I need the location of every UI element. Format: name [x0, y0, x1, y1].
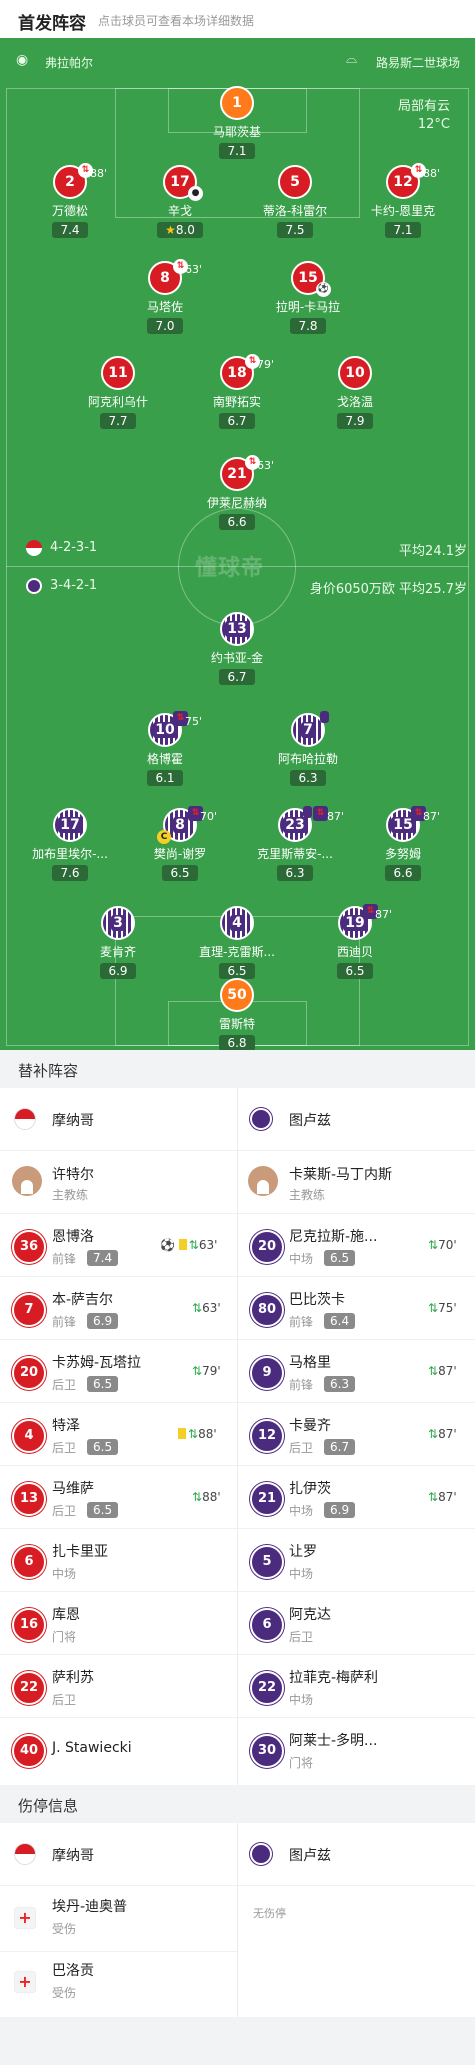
- subs-home-team: 摩纳哥: [52, 1113, 94, 1129]
- player-home-8[interactable]: 8 ⇅ 63' 马塔佐 7.0: [105, 259, 225, 334]
- monaco-crest-icon: [14, 1843, 36, 1865]
- player-home-12[interactable]: 12 ⇅ 88' 卡约-恩里克 7.1: [343, 163, 463, 238]
- page-title: 首发阵容: [18, 14, 86, 34]
- sub-in-icon: ⇅: [192, 1364, 203, 1378]
- home-avg-age: 平均24.1岁: [399, 544, 467, 559]
- player-home-10[interactable]: 10 戈洛温 7.9: [295, 356, 415, 429]
- player-away-50[interactable]: 50 雷斯特 6.8: [177, 978, 297, 1050]
- page-header: 首发阵容 点击球员可查看本场详细数据: [0, 0, 475, 38]
- whistle-icon: ◉: [16, 52, 29, 68]
- coach-avatar: [248, 1166, 278, 1196]
- player-away-8[interactable]: 8 ⇅ C 70' 樊尚-谢罗 6.5: [120, 806, 240, 881]
- yellow-card-icon: [303, 806, 312, 818]
- sub-in-icon: ⇅: [428, 1364, 439, 1378]
- subs-panel: 摩纳哥 图卢兹 许特尔 主教练 卡莱斯-马丁内斯 主教练 36 恩博洛 前锋 7…: [0, 1088, 475, 1785]
- injuries-home-team: 摩纳哥: [52, 1848, 94, 1864]
- away-value-age: 身价6050万欧 平均25.7岁: [309, 582, 467, 597]
- subs-section-title: 替补阵容: [0, 1050, 475, 1088]
- home-formation: 4-2-3-1: [50, 540, 98, 555]
- toulouse-crest-icon: [250, 1843, 272, 1865]
- star-icon: ★: [165, 223, 176, 237]
- sub-in-icon: ⇅: [428, 1238, 439, 1252]
- yellow-card-icon: [178, 1428, 186, 1439]
- sub-in-icon: ⇅: [192, 1490, 203, 1504]
- captain-icon: C: [157, 830, 171, 844]
- assist-icon: ⚽: [316, 282, 331, 297]
- injuries-section-title: 伤停信息: [0, 1785, 475, 1823]
- player-away-4[interactable]: 4 直理-克雷斯... 6.5: [177, 906, 297, 979]
- player-away-13[interactable]: 13 约书亚-金 6.7: [177, 612, 297, 685]
- toulouse-crest-icon: [250, 1108, 272, 1130]
- coach-avatar: [12, 1166, 42, 1196]
- weather: 局部有云 12°C: [398, 98, 450, 134]
- medical-icon: +: [14, 1971, 36, 1993]
- weather-temperature: 12°C: [417, 117, 450, 132]
- player-away-17[interactable]: 17 加布里埃尔-... 7.6: [10, 808, 130, 881]
- referee-name: 弗拉帕尔: [45, 56, 94, 70]
- sub-out-icon: ⇅: [313, 806, 328, 821]
- stadium-icon: ⌓: [346, 51, 358, 67]
- player-away-19[interactable]: 19 ⇅ 87' 西迪贝 6.5: [295, 904, 415, 979]
- no-injuries-text: 无伤停: [253, 1907, 286, 1920]
- monaco-crest-icon: [26, 540, 42, 556]
- player-away-23[interactable]: 23 ⇅ 87' 克里斯蒂安-... 6.3: [235, 806, 355, 881]
- ball-icon: ●: [188, 186, 203, 201]
- pitch: ◉ 弗拉帕尔 ⌓ 路易斯二世球场 局部有云 12°C 4-2-3-1 平均24.…: [0, 38, 475, 1050]
- toulouse-crest-icon: [26, 578, 42, 594]
- sub-in-icon: ⇅: [188, 1427, 199, 1441]
- player-home-5[interactable]: 5 蒂洛-科雷尔 7.5: [235, 165, 355, 238]
- player-away-7[interactable]: 7 阿布哈拉勒 6.3: [248, 711, 368, 786]
- stadium-name: 路易斯二世球场: [376, 56, 461, 70]
- medical-icon: +: [14, 1907, 36, 1929]
- yellow-card-icon: [320, 711, 329, 723]
- sub-in-icon: ⇅: [188, 1238, 199, 1252]
- player-home-15[interactable]: 15 ⚽ 拉明-卡马拉 7.8: [248, 261, 368, 334]
- player-home-2[interactable]: 2 ⇅ 88' 万德松 7.4: [10, 163, 130, 238]
- subs-away-team: 图卢兹: [289, 1113, 331, 1129]
- yellow-card-icon: [178, 1239, 187, 1250]
- weather-condition: 局部有云: [397, 99, 450, 114]
- sub-in-icon: ⇅: [428, 1301, 439, 1315]
- player-home-17[interactable]: 17 ● 辛戈 ★8.0: [120, 165, 240, 238]
- injuries-away-team: 图卢兹: [289, 1848, 331, 1864]
- page-subtitle: 点击球员可查看本场详细数据: [98, 14, 255, 28]
- player-home-21[interactable]: 21 ⇅ 63' 伊莱尼赫纳 6.6: [177, 455, 297, 530]
- monaco-crest-icon: [14, 1108, 36, 1130]
- player-away-10[interactable]: 10 ⇅ 75' 格博霍 6.1: [105, 711, 225, 786]
- player-home-18[interactable]: 18 ⇅ 79' 南野拓实 6.7: [177, 354, 297, 429]
- sub-in-icon: ⇅: [428, 1490, 439, 1504]
- player-away-3[interactable]: 3 麦肯齐 6.9: [58, 906, 178, 979]
- sub-in-icon: ⇅: [428, 1427, 439, 1441]
- injuries-panel: 摩纳哥 图卢兹 无伤停 + 埃丹-迪奥普 受伤 + 巴洛贡 受伤: [0, 1823, 475, 2017]
- away-formation: 3-4-2-1: [50, 578, 98, 593]
- watermark-logo: 懂球帝: [195, 556, 265, 581]
- player-home-1[interactable]: 1 马耶茨基 7.1: [177, 86, 297, 159]
- player-away-15[interactable]: 15 ⇅ 87' 多努姆 6.6: [343, 806, 463, 881]
- sub-in-icon: ⇅: [192, 1301, 203, 1315]
- ball-icon: ⚽: [160, 1238, 175, 1252]
- player-home-11[interactable]: 11 阿克利乌什 7.7: [58, 356, 178, 429]
